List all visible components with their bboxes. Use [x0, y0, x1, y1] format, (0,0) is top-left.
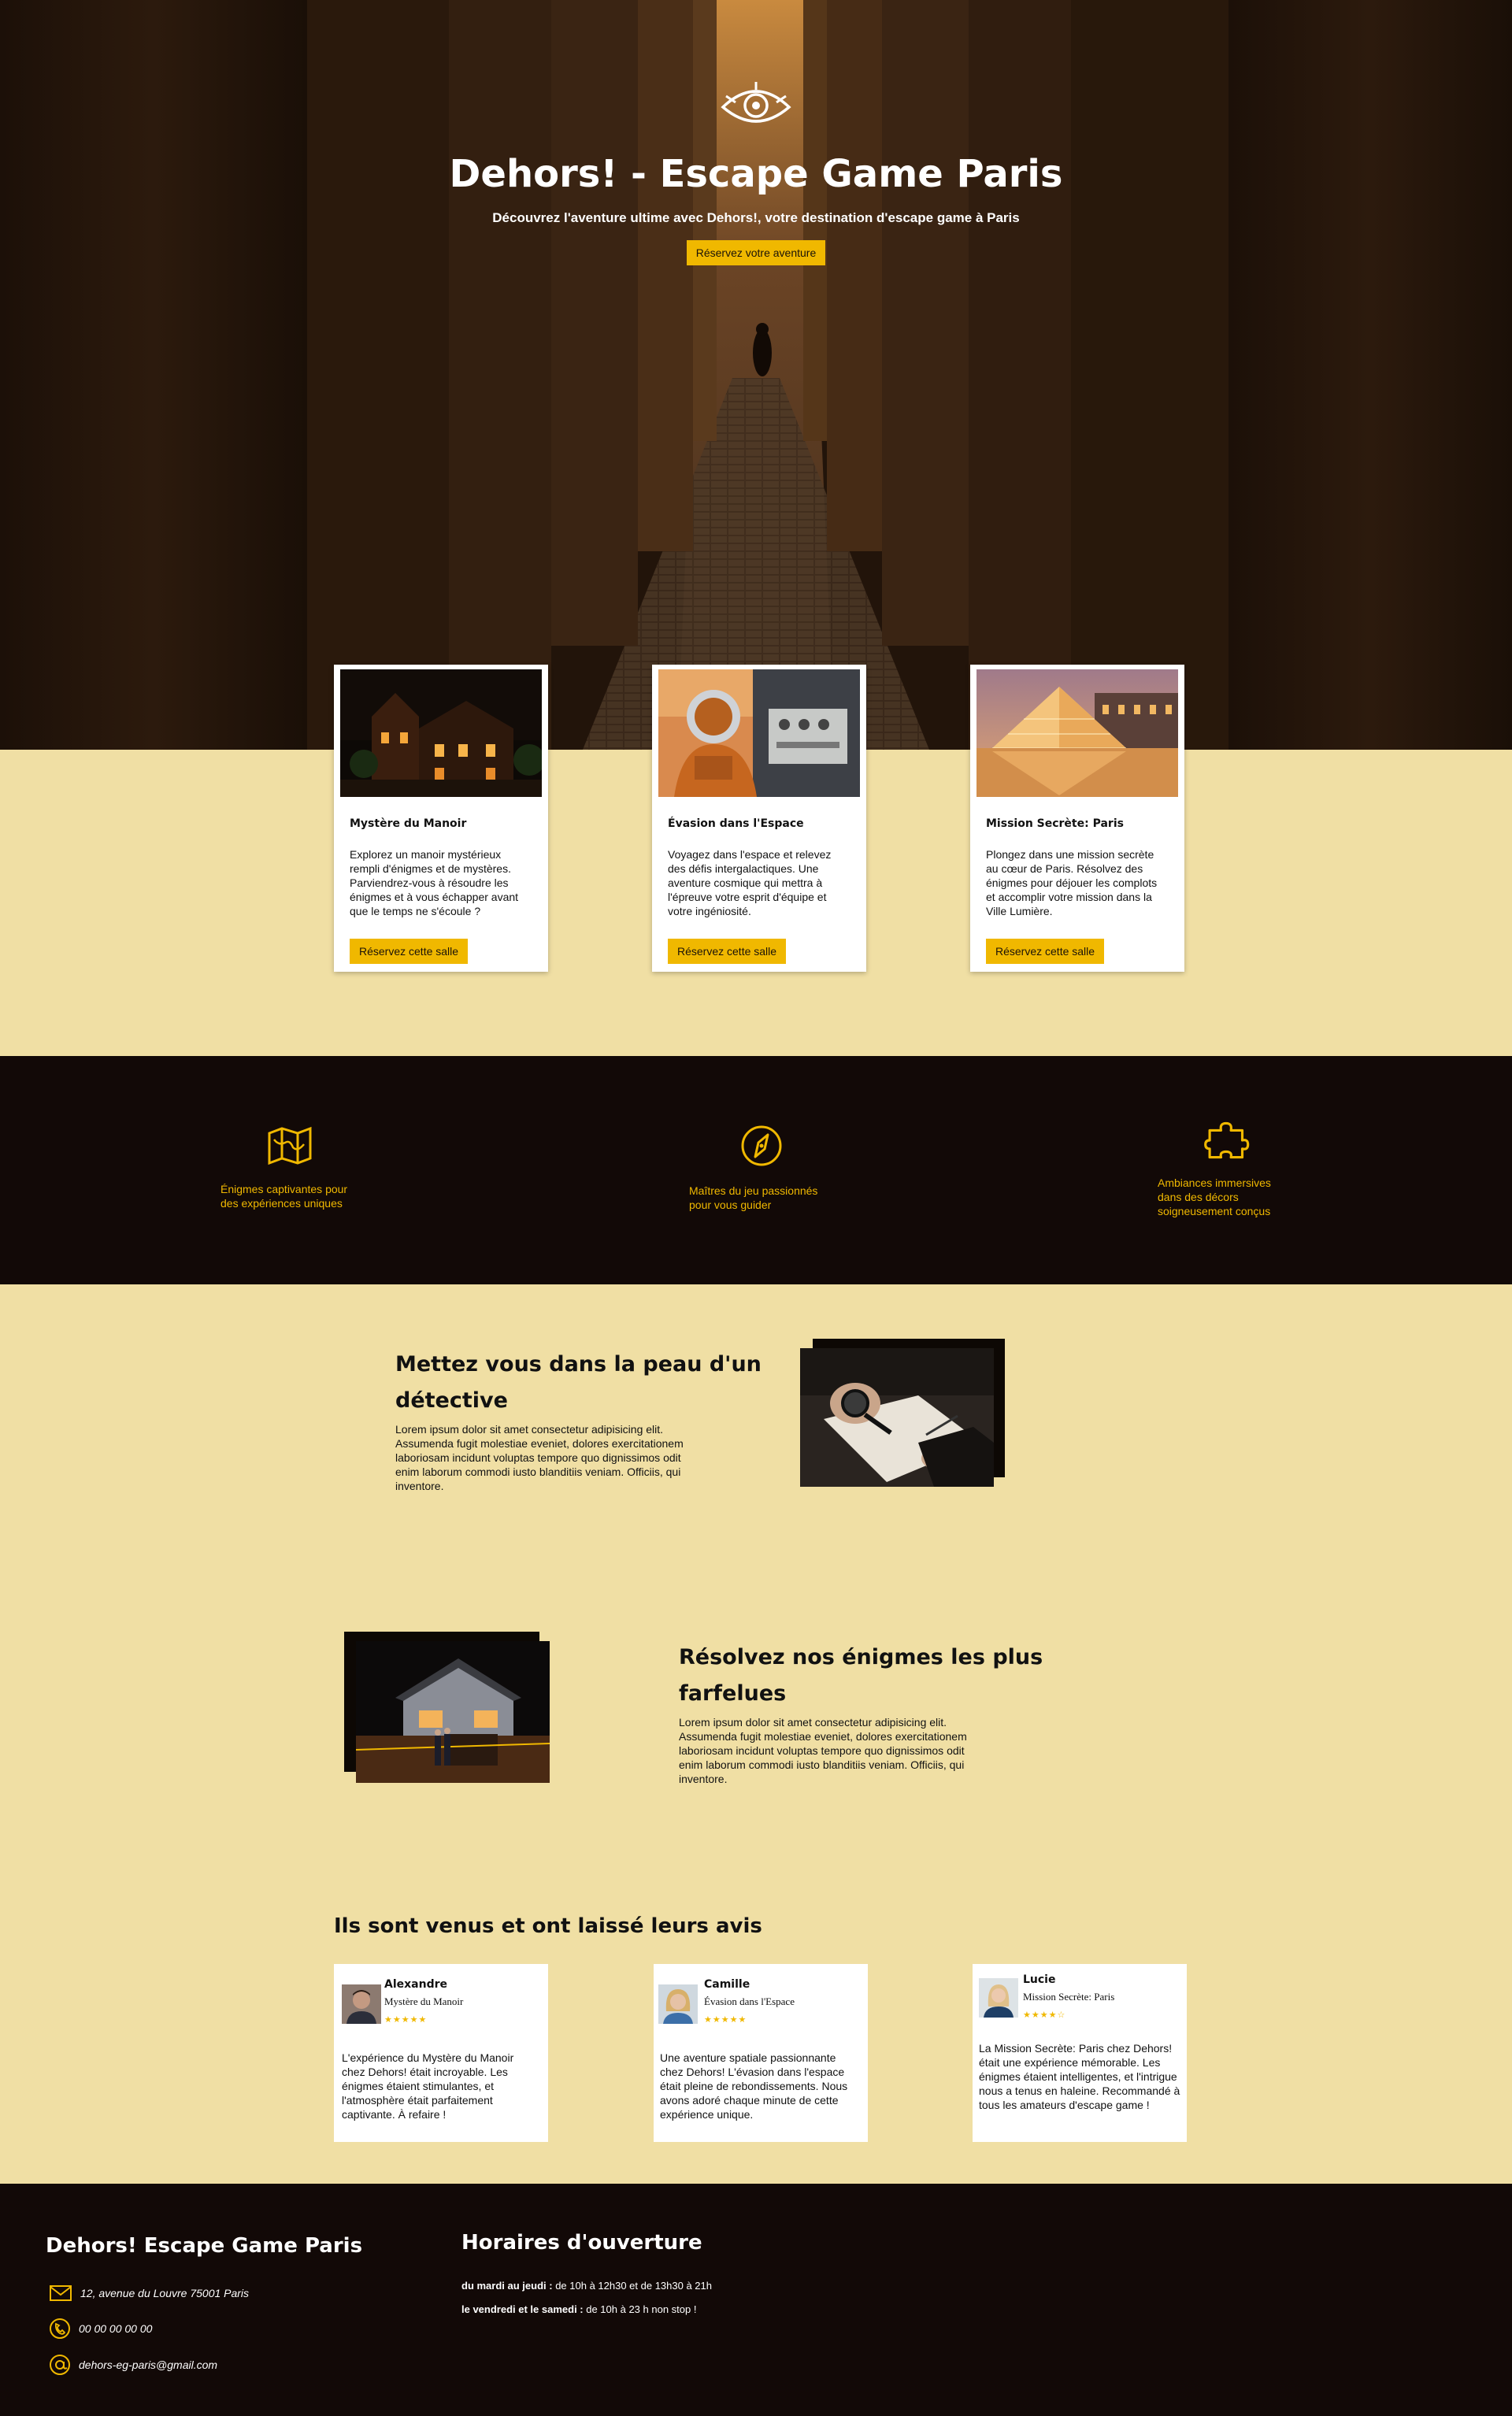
feature-text: Maîtres du jeu passionnés pour vous guid… — [689, 1184, 818, 1211]
review-text: Une aventure spatiale passionnante chez … — [660, 2051, 848, 2121]
footer-email[interactable]: dehors-eg-paris@gmail.com — [49, 2354, 217, 2376]
reviewer-name: Camille — [704, 1978, 750, 1991]
at-icon — [50, 2355, 70, 2375]
feature-item: Ambiances immersives dans des décors soi… — [1158, 1119, 1271, 1218]
footer-address: 12, avenue du Louvre 75001 Paris — [49, 2284, 249, 2302]
hero-content: Dehors! - Escape Game Paris Découvrez l'… — [0, 79, 1512, 265]
eye-icon — [721, 82, 791, 123]
review-card: Alexandre Mystère du Manoir ★★★★★ L'expé… — [334, 1964, 548, 2142]
book-room-button[interactable]: Réservez cette salle — [350, 939, 469, 964]
story-title-detective: Mettez vous dans la peau d'un détective — [395, 1352, 762, 1413]
map-icon — [268, 1126, 312, 1165]
room-card-paris: Mission Secrète: Paris Plongez dans une … — [970, 665, 1184, 972]
feature-item: Maîtres du jeu passionnés pour vous guid… — [689, 1124, 817, 1212]
reviewer-room: Mission Secrète: Paris — [1023, 1991, 1115, 2003]
avatar — [979, 1978, 1018, 2018]
story-title-enigmes: Résolvez nos énigmes les plus farfelues — [679, 1645, 1043, 1706]
story-text-detective: Lorem ipsum dolor sit amet consectetur a… — [395, 1423, 684, 1492]
reviewer-name: Alexandre — [384, 1978, 447, 1991]
footer-brand: Dehors! Escape Game Paris — [46, 2234, 363, 2258]
room-title: Mission Secrète: Paris — [986, 817, 1124, 830]
room-image-louvre — [976, 669, 1178, 797]
feature-item: Énigmes captivantes pour des expériences… — [220, 1125, 347, 1210]
hero-section: Dehors! - Escape Game Paris Découvrez l'… — [0, 0, 1512, 750]
book-room-button[interactable]: Réservez cette salle — [668, 939, 787, 964]
review-card: Lucie Mission Secrète: Paris ★★★★☆ La Mi… — [973, 1964, 1187, 2142]
reviewer-name: Lucie — [1023, 1973, 1056, 1986]
reviewer-room: Mystère du Manoir — [384, 1995, 464, 2007]
hours-title: Horaires d'ouverture — [461, 2231, 702, 2255]
detective-photo — [800, 1348, 994, 1487]
footer: Dehors! Escape Game Paris 12, avenue du … — [0, 2184, 1512, 2416]
puzzle-icon — [1204, 1121, 1250, 1159]
story-text-enigmes: Lorem ipsum dolor sit amet consectetur a… — [679, 1716, 967, 1785]
review-stars: ★★★★★ — [704, 2015, 747, 2025]
footer-phone[interactable]: 00 00 00 00 00 — [49, 2318, 152, 2340]
room-image-manor — [340, 669, 542, 797]
page: Dehors! - Escape Game Paris Découvrez l'… — [0, 0, 1512, 2416]
room-description: Explorez un manoir mystérieux rempli d'é… — [350, 848, 519, 917]
reviewer-room: Évasion dans l'Espace — [704, 1995, 795, 2007]
room-title: Mystère du Manoir — [350, 817, 467, 830]
phone-icon — [50, 2318, 70, 2339]
room-title: Évasion dans l'Espace — [668, 817, 804, 830]
book-adventure-button[interactable]: Réservez votre aventure — [686, 240, 826, 265]
review-stars: ★★★★★ — [384, 2015, 428, 2025]
rooms-list: Mystère du Manoir Explorez un manoir mys… — [334, 665, 1184, 972]
review-stars: ★★★★☆ — [1023, 2010, 1066, 2020]
hours-line: du mardi au jeudi : de 10h à 12h30 et de… — [461, 2280, 712, 2292]
room-card-manoir: Mystère du Manoir Explorez un manoir mys… — [334, 665, 548, 972]
room-description: Voyagez dans l'espace et relevez des déf… — [668, 848, 832, 917]
room-image-space — [658, 669, 860, 797]
envelope-icon — [50, 2285, 72, 2301]
avatar — [658, 1984, 698, 2024]
compass-icon — [741, 1125, 782, 1166]
feature-text: Énigmes captivantes pour des expériences… — [220, 1183, 348, 1210]
review-card: Camille Évasion dans l'Espace ★★★★★ Une … — [654, 1964, 868, 2142]
page-title: Dehors! - Escape Game Paris — [449, 152, 1063, 196]
room-description: Plongez dans une mission secrète au cœur… — [986, 848, 1158, 917]
house-photo — [356, 1641, 550, 1783]
review-text: L'expérience du Mystère du Manoir chez D… — [342, 2051, 514, 2121]
feature-text: Ambiances immersives dans des décors soi… — [1158, 1177, 1271, 1217]
review-text: La Mission Secrète: Paris chez Dehors! é… — [979, 2042, 1180, 2111]
book-room-button[interactable]: Réservez cette salle — [986, 939, 1105, 964]
reviews-title: Ils sont venus et ont laissé leurs avis — [334, 1914, 762, 1938]
hero-subtitle: Découvrez l'aventure ultime avec Dehors!… — [492, 210, 1020, 225]
features-section: Énigmes captivantes pour des expériences… — [0, 1056, 1512, 1284]
hours-line: le vendredi et le samedi : de 10h à 23 h… — [461, 2303, 697, 2315]
avatar — [342, 1984, 381, 2024]
room-card-espace: Évasion dans l'Espace Voyagez dans l'esp… — [652, 665, 866, 972]
